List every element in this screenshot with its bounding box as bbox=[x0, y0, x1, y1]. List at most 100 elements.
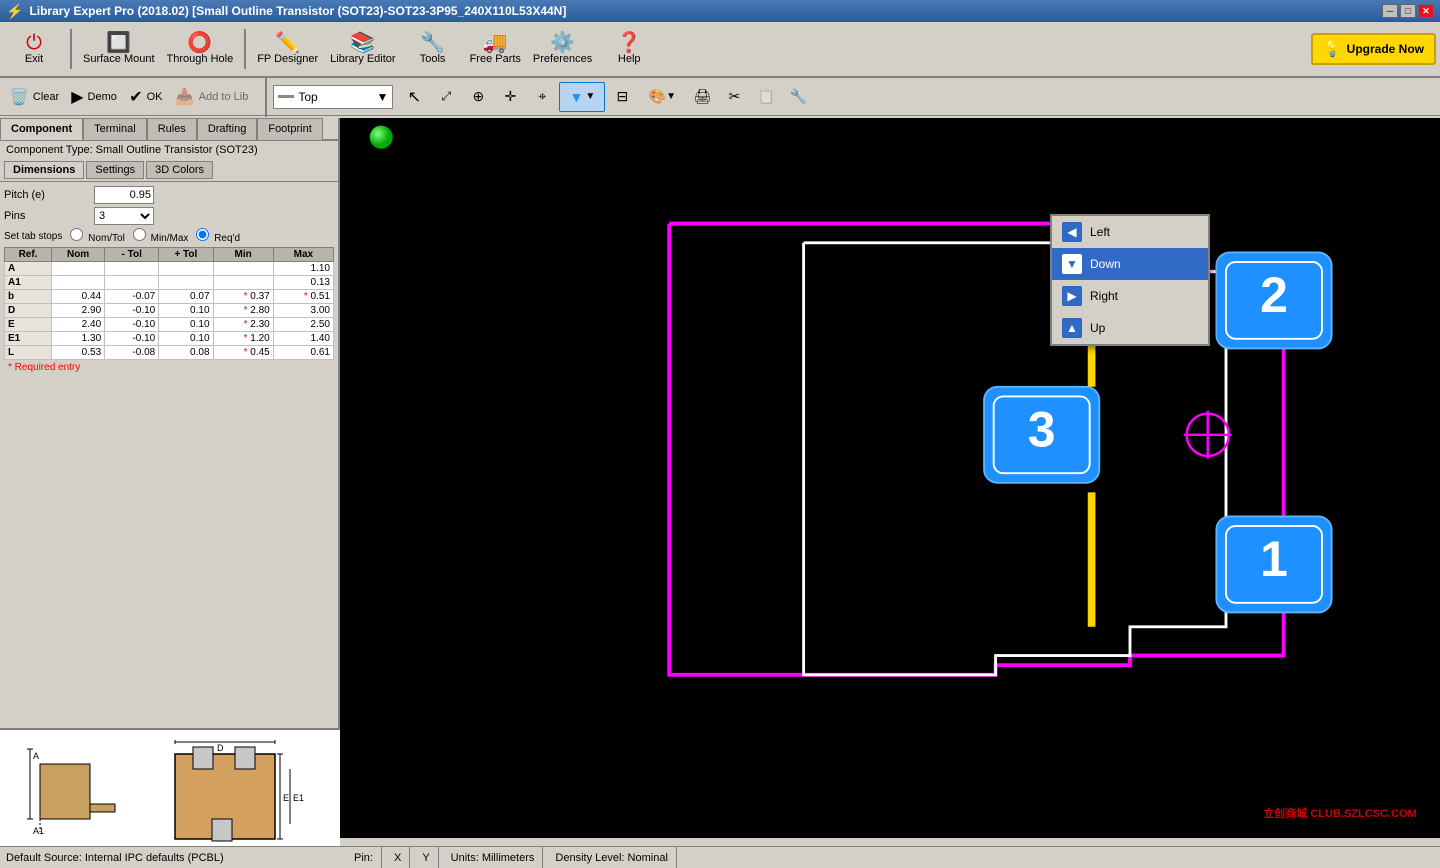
free-parts-button[interactable]: 🚚 Free Parts bbox=[465, 24, 526, 74]
main-tab-row: Component Terminal Rules Drafting Footpr… bbox=[0, 118, 338, 141]
clear-button[interactable]: 🗑️ Clear bbox=[4, 80, 64, 114]
print-icon: 🖨 bbox=[693, 88, 711, 105]
cell-min: * 2.30 bbox=[213, 318, 273, 332]
tools-button[interactable]: 🔧 Tools bbox=[403, 24, 463, 74]
sub-tab-row: Dimensions Settings 3D Colors bbox=[0, 159, 338, 182]
pitch-input[interactable] bbox=[94, 186, 154, 204]
pins-row: Pins 3 4 5 bbox=[4, 207, 334, 225]
close-button[interactable]: ✕ bbox=[1418, 4, 1434, 18]
library-editor-button[interactable]: 📚 Library Editor bbox=[325, 24, 400, 74]
exit-button[interactable]: ⏻ Exit bbox=[4, 24, 64, 74]
tab-rules[interactable]: Rules bbox=[147, 118, 197, 140]
paste-button[interactable]: 📋 bbox=[751, 82, 781, 112]
color-button[interactable]: 🎨 ▼ bbox=[639, 82, 685, 112]
svg-text:2: 2 bbox=[1260, 267, 1288, 323]
add-to-lib-icon: 📥 bbox=[175, 87, 195, 107]
cell-nom bbox=[52, 262, 105, 276]
col-nom: Nom bbox=[52, 248, 105, 262]
main-toolbar: ⏻ Exit 🔲 Surface Mount ⭕ Through Hole ✏️… bbox=[0, 22, 1440, 78]
table-row[interactable]: E2.40-0.100.10* 2.302.50 bbox=[5, 318, 334, 332]
up-arrow-icon: ▲ bbox=[1062, 318, 1082, 338]
table-row[interactable]: D2.90-0.100.10* 2.803.00 bbox=[5, 304, 334, 318]
cell-ref: D bbox=[5, 304, 52, 318]
zoom-in-button[interactable]: ⊕ bbox=[463, 82, 493, 112]
ok-button[interactable]: ✔ OK bbox=[124, 80, 168, 114]
add-to-lib-button[interactable]: 📥 Add to Lib bbox=[170, 80, 253, 114]
demo-button[interactable]: ▶ Demo bbox=[66, 80, 122, 114]
cell-plus_tol: 0.07 bbox=[159, 290, 213, 304]
menu-item-left-label: Left bbox=[1090, 225, 1110, 239]
table-row[interactable]: L0.53-0.080.08* 0.450.61 bbox=[5, 346, 334, 360]
table-row[interactable]: A10.13 bbox=[5, 276, 334, 290]
trim-button[interactable]: ⌖ bbox=[527, 82, 557, 112]
cell-min: * 0.37 bbox=[213, 290, 273, 304]
req-d-radio[interactable] bbox=[196, 228, 209, 241]
tab-terminal[interactable]: Terminal bbox=[83, 118, 147, 140]
table-row[interactable]: A1.10 bbox=[5, 262, 334, 276]
tab-drafting[interactable]: Drafting bbox=[197, 118, 258, 140]
right-arrow-icon: ▶ bbox=[1062, 286, 1082, 306]
svg-text:3: 3 bbox=[1028, 401, 1056, 457]
sub-tab-3d-colors[interactable]: 3D Colors bbox=[146, 161, 213, 179]
upgrade-button[interactable]: 💡 Upgrade Now bbox=[1311, 33, 1436, 65]
cell-plus_tol: 0.10 bbox=[159, 318, 213, 332]
bottom-status-bar: Default Source: Internal IPC defaults (P… bbox=[0, 846, 340, 868]
surface-mount-button[interactable]: 🔲 Surface Mount bbox=[78, 24, 160, 74]
cell-max: 2.50 bbox=[273, 318, 333, 332]
table-row[interactable]: b0.44-0.070.07* 0.37* 0.51 bbox=[5, 290, 334, 304]
down-arrow-icon: ▼ bbox=[1062, 254, 1082, 274]
sub-sep1 bbox=[265, 77, 267, 117]
tab-stops-label: Set tab stops bbox=[4, 231, 62, 242]
watermark-text: 立创商城 CLUB.SZLCSC.COM bbox=[1263, 805, 1416, 821]
status-x: X bbox=[386, 847, 410, 868]
menu-item-down[interactable]: ▼ Down bbox=[1052, 248, 1208, 280]
pins-select[interactable]: 3 4 5 bbox=[94, 207, 154, 225]
fp-designer-button[interactable]: ✏️ FP Designer bbox=[252, 24, 323, 74]
cell-nom: 1.30 bbox=[52, 332, 105, 346]
sep2 bbox=[244, 29, 246, 69]
sub-tab-settings[interactable]: Settings bbox=[86, 161, 144, 179]
default-source-text: Default Source: Internal IPC defaults (P… bbox=[6, 852, 224, 864]
min-max-radio[interactable] bbox=[133, 228, 146, 241]
table-button[interactable]: ⊟ bbox=[607, 82, 637, 112]
zoom-in-icon: ⊕ bbox=[472, 88, 484, 105]
cell-minus_tol: -0.10 bbox=[105, 332, 159, 346]
cell-plus_tol: 0.10 bbox=[159, 332, 213, 346]
tab-component[interactable]: Component bbox=[0, 118, 83, 140]
status-pin: Pin: bbox=[346, 847, 382, 868]
fp-designer-icon: ✏️ bbox=[275, 33, 300, 53]
move-button[interactable]: ✛ bbox=[495, 82, 525, 112]
table-row[interactable]: E11.30-0.100.10* 1.201.40 bbox=[5, 332, 334, 346]
svg-text:1: 1 bbox=[1260, 531, 1288, 587]
through-hole-button[interactable]: ⭕ Through Hole bbox=[162, 24, 239, 74]
maximize-button[interactable]: □ bbox=[1400, 4, 1416, 18]
print-button[interactable]: 🖨 bbox=[687, 82, 717, 112]
library-editor-icon: 📚 bbox=[350, 33, 375, 53]
cell-minus_tol: -0.07 bbox=[105, 290, 159, 304]
tab-footprint[interactable]: Footprint bbox=[257, 118, 322, 140]
menu-item-right[interactable]: ▶ Right bbox=[1052, 280, 1208, 312]
col-ref: Ref. bbox=[5, 248, 52, 262]
cell-plus_tol bbox=[159, 276, 213, 290]
cut-button[interactable]: ✂ bbox=[719, 82, 749, 112]
settings-tool-button[interactable]: 🔧 bbox=[783, 82, 813, 112]
nom-tol-radio[interactable] bbox=[70, 228, 83, 241]
nom-tol-radio-label: Nom/Tol bbox=[70, 228, 124, 244]
menu-item-up[interactable]: ▲ Up bbox=[1052, 312, 1208, 344]
sub-tab-dimensions[interactable]: Dimensions bbox=[4, 161, 84, 179]
layer-dropdown[interactable]: Top ▼ bbox=[273, 85, 393, 109]
zoom-fit-button[interactable]: ⤢ bbox=[431, 82, 461, 112]
select-tool-button[interactable]: ↖ bbox=[399, 82, 429, 112]
preferences-button[interactable]: ⚙️ Preferences bbox=[528, 24, 597, 74]
minimize-button[interactable]: ─ bbox=[1382, 4, 1398, 18]
cell-plus_tol bbox=[159, 262, 213, 276]
col-min: Min bbox=[213, 248, 273, 262]
menu-item-left[interactable]: ◀ Left bbox=[1052, 216, 1208, 248]
help-button[interactable]: ❓ Help bbox=[599, 24, 659, 74]
direction-button[interactable]: ▼ ▼ bbox=[559, 82, 605, 112]
title-bar-icon: ⚡ bbox=[6, 3, 23, 20]
trim-icon: ⌖ bbox=[538, 88, 546, 105]
dimensions-area: Pitch (e) Pins 3 4 5 Set tab stops Nom/T… bbox=[0, 182, 338, 379]
menu-item-up-label: Up bbox=[1090, 321, 1105, 335]
cell-ref: E bbox=[5, 318, 52, 332]
